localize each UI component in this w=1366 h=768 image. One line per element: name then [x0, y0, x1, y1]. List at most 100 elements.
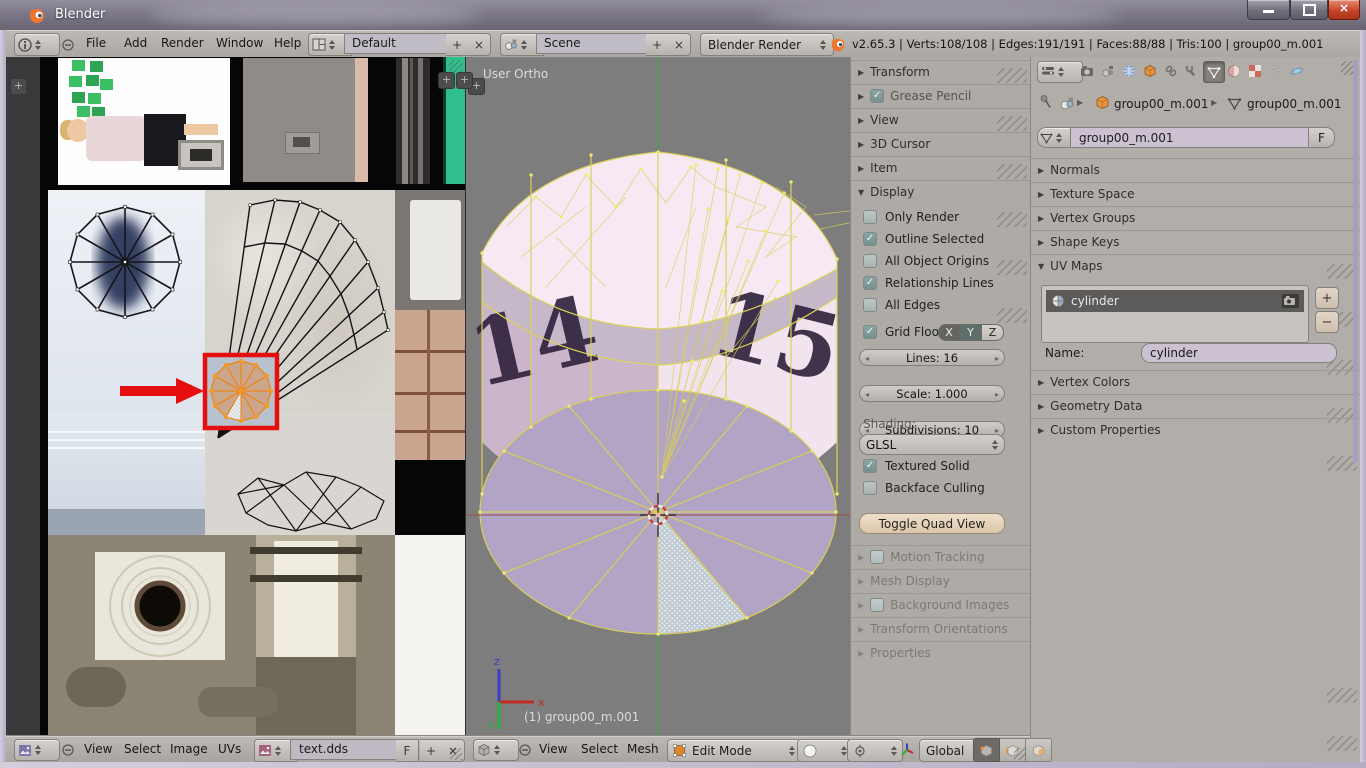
manipulator-axis-icon[interactable]: [899, 742, 915, 758]
render-engine-selector[interactable]: Blender Render: [700, 33, 834, 56]
panel-grease-pencil[interactable]: ▶ ✓ Grease Pencil: [851, 84, 1031, 107]
uv-maps-list[interactable]: cylinder: [1041, 285, 1309, 343]
collapse-menus-icon[interactable]: [519, 744, 531, 756]
panel-transform[interactable]: ▶ Transform: [851, 60, 1031, 83]
panel-properties[interactable]: ▶ Properties: [851, 641, 1031, 664]
panel-item[interactable]: ▶ Item: [851, 156, 1031, 179]
panel-geometry-data[interactable]: ▶ Geometry Data: [1031, 394, 1361, 417]
image-fake-user-button[interactable]: F: [396, 739, 419, 762]
tab-particles[interactable]: [1266, 61, 1286, 81]
check-all-object-origins[interactable]: All Object Origins: [863, 254, 989, 268]
new-image-button[interactable]: +: [420, 739, 443, 762]
check-backface-culling[interactable]: Backface Culling: [863, 481, 985, 495]
shading-mode-dropdown[interactable]: GLSL: [859, 434, 1005, 455]
panel-drag-hatch[interactable]: [997, 212, 1027, 227]
toolbar-expand-handle[interactable]: +: [10, 78, 27, 95]
panel-mesh-display[interactable]: ▶ Mesh Display: [851, 569, 1031, 592]
panel-transform-orientations[interactable]: ▶ Transform Orientations: [851, 617, 1031, 640]
uv-name-input[interactable]: cylinder: [1141, 343, 1337, 363]
background-images-checkbox[interactable]: [870, 598, 884, 612]
panel-vertex-colors[interactable]: ▶ Vertex Colors: [1031, 370, 1361, 393]
checkbox[interactable]: ✓: [863, 276, 877, 290]
checkbox[interactable]: [863, 481, 877, 495]
panel-motion-tracking[interactable]: ▶ Motion Tracking: [851, 545, 1031, 568]
delete-layout-button[interactable]: ×: [468, 33, 491, 56]
menu-render[interactable]: Render: [161, 36, 204, 50]
panel-texture-space[interactable]: ▶ Texture Space: [1031, 182, 1361, 205]
collapse-menus-icon[interactable]: [62, 744, 74, 756]
collapse-menus-icon[interactable]: [62, 39, 74, 51]
fake-user-button[interactable]: F: [1309, 127, 1335, 148]
tab-world[interactable]: [1119, 61, 1139, 81]
breadcrumb-data-name[interactable]: group00_m.001: [1247, 97, 1342, 111]
tab-scene[interactable]: [1098, 61, 1118, 81]
tab-modifiers[interactable]: [1182, 61, 1202, 81]
checkbox[interactable]: [863, 298, 877, 312]
checkbox[interactable]: [863, 254, 877, 268]
check-all-edges[interactable]: All Edges: [863, 298, 940, 312]
add-layout-button[interactable]: +: [446, 33, 469, 56]
panel-custom-properties[interactable]: ▶ Custom Properties: [1031, 418, 1361, 441]
check-only-render[interactable]: Only Render: [863, 210, 959, 224]
panel-drag-hatch[interactable]: [997, 308, 1027, 323]
editor-type-selector[interactable]: [14, 739, 60, 761]
menu-add[interactable]: Add: [124, 36, 147, 50]
axis-y-toggle[interactable]: Y: [960, 324, 982, 341]
uv-map-remove-button[interactable]: −: [1315, 311, 1339, 333]
pin-icon[interactable]: [1039, 94, 1053, 110]
grid-lines-slider[interactable]: ◂Lines: 16▸: [859, 349, 1005, 366]
check-grid-floor[interactable]: ✓Grid Floor: [863, 325, 944, 339]
axis-x-toggle[interactable]: X: [938, 324, 960, 341]
tab-object[interactable]: [1140, 61, 1160, 81]
grid-scale-slider[interactable]: ◂Scale: 1.000▸: [859, 385, 1005, 402]
checkbox[interactable]: [863, 210, 877, 224]
uv-map-list-item[interactable]: cylinder: [1046, 290, 1304, 312]
scene-icon[interactable]: [1059, 96, 1075, 110]
window-titlebar[interactable]: Blender ×: [0, 0, 1366, 31]
axis-z-toggle[interactable]: Z: [982, 324, 1004, 341]
menu-file[interactable]: File: [86, 36, 106, 50]
cube-icon[interactable]: [1095, 95, 1110, 110]
panel-vertex-groups[interactable]: ▶ Vertex Groups: [1031, 206, 1361, 229]
maximize-button[interactable]: [1290, 0, 1328, 20]
minimize-button[interactable]: [1247, 0, 1290, 20]
menu-select[interactable]: Select: [581, 742, 618, 756]
shading-dropdown[interactable]: [797, 739, 853, 762]
panel-background-images[interactable]: ▶ Background Images: [851, 593, 1031, 616]
panel-drag-hatch[interactable]: [1327, 736, 1357, 751]
editor-type-selector[interactable]: [473, 739, 519, 761]
panel-display[interactable]: ▼ Display: [851, 180, 1031, 203]
close-button[interactable]: ×: [1328, 0, 1360, 20]
checkbox[interactable]: ✓: [863, 232, 877, 246]
tab-constraints[interactable]: [1161, 61, 1181, 81]
grease-pencil-checkbox[interactable]: ✓: [870, 89, 884, 103]
menu-select[interactable]: Select: [124, 742, 161, 756]
mesh-datablock-browse[interactable]: [1037, 127, 1071, 148]
panel-3d-cursor[interactable]: ▶ 3D Cursor: [851, 132, 1031, 155]
checkbox[interactable]: ✓: [863, 325, 877, 339]
area-resize-corner[interactable]: [450, 748, 462, 760]
panel-drag-hatch[interactable]: [997, 260, 1027, 275]
tab-render[interactable]: [1077, 61, 1097, 81]
editor-type-selector[interactable]: [14, 33, 60, 56]
panel-shape-keys[interactable]: ▶ Shape Keys: [1031, 230, 1361, 253]
vertex-select-button[interactable]: [973, 738, 1000, 762]
menu-help[interactable]: Help: [274, 36, 301, 50]
panel-view[interactable]: ▶ View: [851, 108, 1031, 131]
uv-image-editor[interactable]: +: [6, 57, 465, 735]
breadcrumb-object-name[interactable]: group00_m.001: [1114, 97, 1209, 111]
add-scene-button[interactable]: +: [646, 33, 669, 56]
screen-layout-name[interactable]: Default: [344, 33, 453, 54]
menu-image[interactable]: Image: [170, 742, 208, 756]
region-expand-handle[interactable]: +: [438, 72, 455, 89]
pivot-point-dropdown[interactable]: [847, 739, 903, 762]
scene-name[interactable]: Scene: [536, 33, 653, 54]
image-name-field[interactable]: text.dds: [290, 739, 404, 760]
delete-scene-button[interactable]: ×: [668, 33, 691, 56]
scrollbar[interactable]: [1353, 59, 1358, 463]
panel-normals[interactable]: ▶ Normals: [1031, 158, 1361, 181]
check-outline-selected[interactable]: ✓Outline Selected: [863, 232, 984, 246]
check-relationship-lines[interactable]: ✓Relationship Lines: [863, 276, 994, 290]
panel-drag-hatch[interactable]: [1327, 688, 1357, 703]
mesh-data-icon[interactable]: [1227, 96, 1242, 110]
